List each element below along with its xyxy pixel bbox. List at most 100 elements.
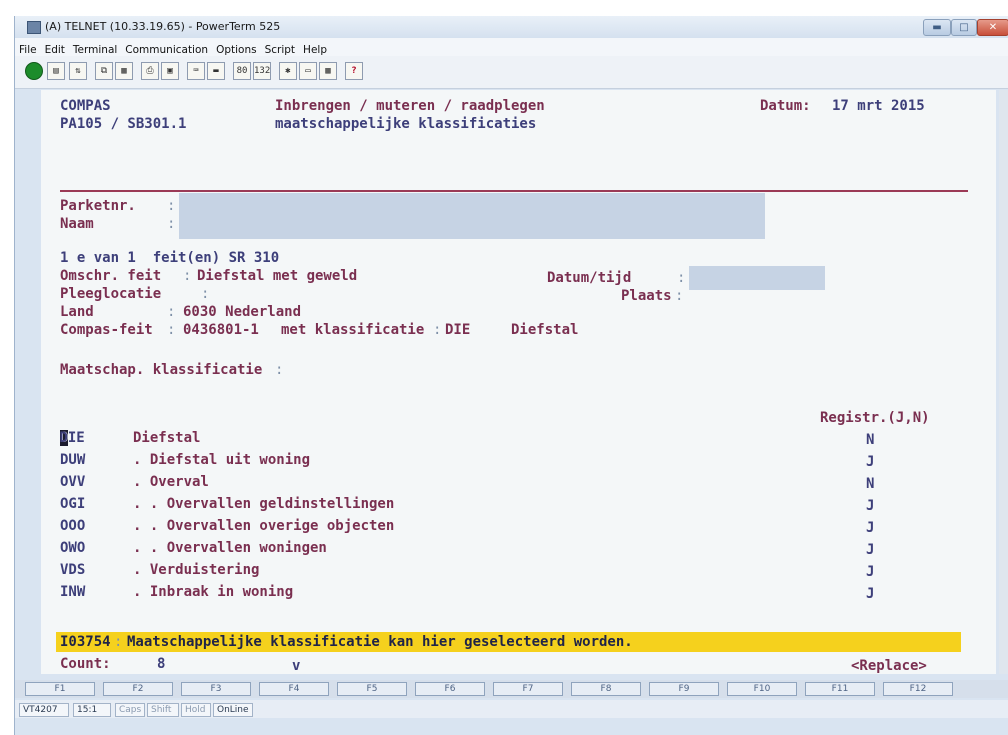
- feit-count: 1 e van 1 feit(en) SR 310: [60, 250, 280, 266]
- count-value: 8: [157, 656, 166, 672]
- fkey-f3[interactable]: F3: [181, 682, 251, 696]
- compas-feit-label: Compas-feit: [60, 322, 153, 338]
- vertical-scrollbar[interactable]: [999, 90, 1008, 674]
- minimize-button[interactable]: ▬: [923, 19, 951, 36]
- more-indicator: v: [292, 658, 301, 674]
- fkey-f11[interactable]: F11: [805, 682, 875, 696]
- compas-feit-colon: :: [167, 322, 176, 338]
- screen-title-line1: Inbrengen / muteren / raadplegen: [275, 98, 545, 114]
- class-code-3[interactable]: OGI: [60, 496, 85, 512]
- datumtijd-field[interactable]: [689, 266, 825, 290]
- maatschap-colon: :: [275, 362, 284, 378]
- transfer-icon[interactable]: ⇅: [69, 62, 87, 80]
- status-hold: Hold: [181, 703, 211, 717]
- maatschap-label: Maatschap. klassificatie: [60, 362, 263, 378]
- fkey-f5[interactable]: F5: [337, 682, 407, 696]
- class-desc-7: . Inbraak in woning: [133, 584, 294, 600]
- class-reg-1[interactable]: J: [866, 454, 874, 470]
- print-icon[interactable]: ⎙: [141, 62, 159, 80]
- fkey-f7[interactable]: F7: [493, 682, 563, 696]
- met-klassificatie-label: met klassificatie: [281, 322, 425, 338]
- class-reg-5[interactable]: J: [866, 542, 874, 558]
- status-terminal-type: VT4207: [19, 703, 69, 717]
- function-key-bar: F1 F2 F3 F4 F5 F6 F7 F8 F9 F10 F11 F12: [15, 680, 1008, 698]
- help-button[interactable]: ?: [345, 62, 363, 80]
- status-shift: Shift: [147, 703, 179, 717]
- class-code-2[interactable]: OVV: [60, 474, 85, 490]
- plaats-label: Plaats: [621, 288, 672, 304]
- copy-icon[interactable]: ⧉: [95, 62, 113, 80]
- fkey-f9[interactable]: F9: [649, 682, 719, 696]
- app-icon: [27, 21, 41, 34]
- pleeglocatie-colon: :: [201, 286, 210, 302]
- columns-80-button[interactable]: 80: [233, 62, 251, 80]
- parketnr-label: Parketnr.: [60, 198, 136, 214]
- fkey-f12[interactable]: F12: [883, 682, 953, 696]
- naam-label: Naam: [60, 216, 94, 232]
- menu-help[interactable]: Help: [299, 42, 331, 56]
- klassificatie-name: Diefstal: [511, 322, 579, 338]
- menu-edit[interactable]: Edit: [41, 42, 69, 56]
- fkey-f4[interactable]: F4: [259, 682, 329, 696]
- status-bar: VT4207 15:1 Caps Shift Hold OnLine: [15, 700, 1008, 718]
- class-code-6[interactable]: VDS: [60, 562, 85, 578]
- omschr-colon: :: [183, 268, 192, 284]
- class-code-4[interactable]: OOO: [60, 518, 85, 534]
- class-code-5[interactable]: OWO: [60, 540, 85, 556]
- class-reg-7[interactable]: J: [866, 586, 874, 602]
- title-bar: (A) TELNET (10.33.19.65) - PowerTerm 525…: [15, 16, 1008, 38]
- land-label: Land: [60, 304, 94, 320]
- app-name: COMPAS: [60, 98, 111, 114]
- status-online: OnLine: [213, 703, 253, 717]
- session-icon[interactable]: ▤: [47, 62, 65, 80]
- columns-132-button[interactable]: 132: [253, 62, 271, 80]
- status-caps: Caps: [115, 703, 145, 717]
- menu-file[interactable]: File: [15, 42, 41, 56]
- class-code-7[interactable]: INW: [60, 584, 85, 600]
- grid-icon[interactable]: ▦: [319, 62, 337, 80]
- class-desc-5: . . Overvallen woningen: [133, 540, 327, 556]
- parketnr-colon: :: [167, 198, 176, 214]
- fkey-f8[interactable]: F8: [571, 682, 641, 696]
- fkey-f6[interactable]: F6: [415, 682, 485, 696]
- menu-terminal[interactable]: Terminal: [69, 42, 121, 56]
- keypad-icon[interactable]: ▭: [299, 62, 317, 80]
- menu-options[interactable]: Options: [212, 42, 261, 56]
- fkey-f2[interactable]: F2: [103, 682, 173, 696]
- class-reg-6[interactable]: J: [866, 564, 874, 580]
- class-desc-4: . . Overvallen overige objecten: [133, 518, 395, 534]
- terminal-screen[interactable]: COMPAS PA105 / SB301.1 Inbrengen / muter…: [41, 90, 996, 674]
- settings-icon[interactable]: ✱: [279, 62, 297, 80]
- status-cursor-position: 15:1: [73, 703, 111, 717]
- klassificatie-code: DIE: [445, 322, 471, 338]
- paste-icon[interactable]: ▦: [115, 62, 133, 80]
- connect-icon[interactable]: [25, 62, 43, 80]
- message-text: Maatschappelijke klassificatie kan hier …: [127, 634, 633, 650]
- count-label: Count:: [60, 656, 111, 672]
- menu-communication[interactable]: Communication: [121, 42, 212, 56]
- fkey-f10[interactable]: F10: [727, 682, 797, 696]
- folder-icon[interactable]: ▬: [207, 62, 225, 80]
- class-reg-3[interactable]: J: [866, 498, 874, 514]
- class-desc-3: . . Overvallen geldinstellingen: [133, 496, 395, 512]
- date-value: 17 mrt 2015: [832, 98, 925, 114]
- class-desc-6: . Verduistering: [133, 562, 260, 578]
- maximize-button[interactable]: □: [951, 19, 977, 36]
- pleeglocatie-label: Pleeglocatie: [60, 286, 162, 302]
- keyboard-icon[interactable]: ⌨: [187, 62, 205, 80]
- class-code-1[interactable]: DUW: [60, 452, 85, 468]
- datumtijd-colon: :: [677, 270, 686, 286]
- fkey-f1[interactable]: F1: [25, 682, 95, 696]
- class-reg-0[interactable]: N: [866, 432, 874, 448]
- class-code-0[interactable]: DDIE: [59, 430, 85, 446]
- class-reg-4[interactable]: J: [866, 520, 874, 536]
- replace-mode: <Replace>: [851, 658, 927, 674]
- datumtijd-label: Datum/tijd: [547, 270, 632, 286]
- land-colon: :: [167, 304, 176, 320]
- menu-script[interactable]: Script: [261, 42, 299, 56]
- print-screen-icon[interactable]: ▣: [161, 62, 179, 80]
- close-button[interactable]: ✕: [977, 19, 1008, 36]
- parketnr-naam-field[interactable]: [179, 193, 765, 239]
- met-klassificatie-colon: :: [433, 322, 442, 338]
- class-reg-2[interactable]: N: [866, 476, 874, 492]
